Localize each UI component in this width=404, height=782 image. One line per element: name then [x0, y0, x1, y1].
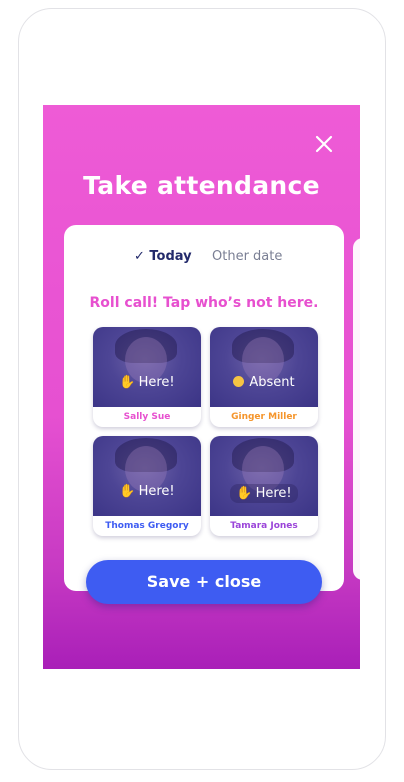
student-card-sally-sue[interactable]: ✋ Here! Sally Sue — [93, 327, 201, 427]
status-label: ✋ Here! — [93, 375, 201, 390]
roll-call-prompt: Roll call! Tap who’s not here. — [89, 295, 319, 311]
status-label: Absent — [210, 375, 318, 390]
status-text: Absent — [249, 375, 295, 390]
student-card-tamara-jones[interactable]: ✋ Here! Tamara Jones — [210, 436, 318, 536]
student-name: Thomas Gregory — [105, 521, 189, 531]
attendance-card: ✓ Today Other date Roll call! Tap who’s … — [64, 225, 344, 591]
date-tabs: ✓ Today Other date — [64, 249, 344, 269]
student-photo — [93, 327, 201, 407]
status-pill: ✋ Here! — [230, 484, 298, 503]
student-photo — [210, 436, 318, 516]
status-label: ✋ Here! — [210, 484, 318, 503]
raised-hand-icon: ✋ — [236, 486, 253, 501]
page-title: Take attendance — [83, 171, 320, 200]
raised-hand-icon: ✋ — [119, 375, 136, 390]
sad-face-icon — [233, 376, 245, 387]
student-name: Sally Sue — [123, 412, 171, 422]
student-photo — [210, 327, 318, 407]
close-icon — [315, 135, 333, 153]
status-text: Here! — [138, 484, 175, 499]
tab-today[interactable]: ✓ Today — [134, 249, 192, 264]
student-photo — [93, 436, 201, 516]
status-text: Here! — [255, 486, 292, 501]
student-card-ginger-miller[interactable]: Absent Ginger Miller — [210, 327, 318, 427]
next-card-peek — [353, 238, 360, 580]
status-text: Here! — [138, 375, 175, 390]
tab-other-date[interactable]: Other date — [212, 249, 282, 264]
close-button[interactable] — [313, 133, 335, 155]
raised-hand-icon: ✋ — [119, 484, 136, 499]
student-name: Tamara Jones — [230, 521, 298, 531]
student-name: Ginger Miller — [231, 412, 297, 422]
save-close-button[interactable]: Save + close — [86, 560, 322, 604]
status-label: ✋ Here! — [93, 484, 201, 499]
student-card-thomas-gregory[interactable]: ✋ Here! Thomas Gregory — [93, 436, 201, 536]
attendance-modal: Take attendance ✓ Today Other date Roll … — [43, 105, 360, 669]
